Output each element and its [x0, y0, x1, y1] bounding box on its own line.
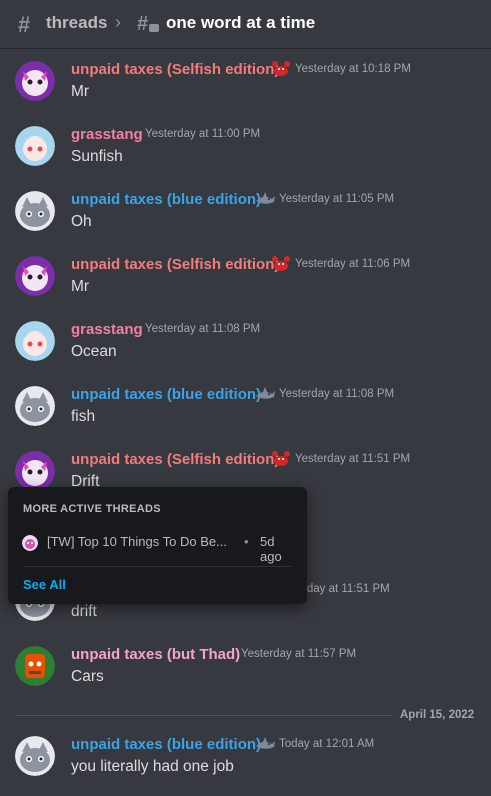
message: unpaid taxes (Selfish edition) Yesterday… [0, 61, 491, 121]
author-name[interactable]: unpaid taxes (blue edition) [71, 386, 261, 403]
message-text: Mr [71, 83, 90, 100]
more-active-threads-popup: MORE ACTIVE THREADS [TW] Top 10 Things T… [8, 487, 307, 604]
shark-icon [256, 387, 275, 399]
message: grasstang Yesterday at 11:08 PM Ocean [0, 321, 491, 381]
message: grasstang Yesterday at 11:00 PM Sunfish [0, 126, 491, 186]
author-name[interactable]: unpaid taxes (Selfish edition) [71, 451, 279, 468]
author-name[interactable]: unpaid taxes (but Thad) [71, 646, 240, 663]
message: unpaid taxes (blue edition) Yesterday at… [0, 386, 491, 446]
chevron-right-icon: › [115, 12, 121, 32]
message: unpaid taxes (but Thad) Yesterday at 11:… [0, 646, 491, 706]
author-name[interactable]: unpaid taxes (Selfish edition) [71, 61, 279, 78]
thread-icon: # [137, 13, 159, 35]
popup-heading: MORE ACTIVE THREADS [23, 503, 161, 515]
avatar[interactable] [15, 321, 55, 361]
shark-icon [256, 192, 275, 204]
message-text: Sunfish [71, 148, 123, 165]
avatar[interactable] [15, 386, 55, 426]
timestamp[interactable]: Today at 12:01 AM [279, 738, 374, 750]
timestamp[interactable]: Yesterday at 11:57 PM [241, 648, 356, 660]
popup-divider [23, 566, 292, 567]
timestamp[interactable]: rday at 11:51 PM [303, 583, 390, 595]
parent-channel-link[interactable]: threads [46, 13, 107, 33]
avatar[interactable] [15, 126, 55, 166]
author-name[interactable]: grasstang [71, 126, 143, 143]
message-text: Oh [71, 213, 92, 230]
active-thread-age: 5d ago [260, 534, 282, 564]
message-text: fish [71, 408, 96, 425]
author-name[interactable]: unpaid taxes (blue edition) [71, 191, 261, 208]
thread-avatar-icon [22, 535, 38, 551]
message: unpaid taxes (Selfish edition) Yesterday… [0, 256, 491, 316]
channel-header: # threads › # one word at a time [0, 0, 491, 48]
message-text: drift [71, 603, 97, 620]
timestamp[interactable]: Yesterday at 10:18 PM [295, 63, 411, 75]
active-thread-title: [TW] Top 10 Things To Do Be... [47, 534, 227, 549]
avatar[interactable] [15, 191, 55, 231]
shark-icon [256, 737, 275, 749]
message-text: you literally had one job [71, 758, 234, 775]
message-text: Mr [71, 278, 90, 295]
crab-icon [272, 61, 290, 76]
timestamp[interactable]: Yesterday at 11:08 PM [145, 323, 260, 335]
timestamp[interactable]: Yesterday at 11:08 PM [279, 388, 394, 400]
timestamp[interactable]: Yesterday at 11:05 PM [279, 193, 394, 205]
message-text: Ocean [71, 343, 117, 360]
message: unpaid taxes (blue edition) Yesterday at… [0, 191, 491, 251]
crab-icon [272, 256, 290, 271]
timestamp[interactable]: Yesterday at 11:06 PM [295, 258, 410, 270]
active-thread-item[interactable]: [TW] Top 10 Things To Do Be... • 5d ago [18, 531, 298, 564]
avatar[interactable] [15, 451, 55, 491]
date-divider-label: April 15, 2022 [392, 709, 483, 721]
avatar[interactable] [15, 61, 55, 101]
author-name[interactable]: unpaid taxes (Selfish edition) [71, 256, 279, 273]
author-name[interactable]: grasstang [71, 321, 143, 338]
svg-text:#: # [137, 13, 148, 35]
author-name[interactable]: unpaid taxes (blue edition) [71, 736, 261, 753]
separator-dot: • [244, 534, 249, 549]
message: unpaid taxes (blue edition) Today at 12:… [0, 736, 491, 796]
thread-title: one word at a time [166, 13, 316, 32]
hashtag-icon[interactable]: # [18, 12, 30, 38]
avatar[interactable] [15, 646, 55, 686]
crab-icon [272, 451, 290, 466]
avatar[interactable] [15, 256, 55, 296]
see-all-link[interactable]: See All [23, 577, 66, 592]
timestamp[interactable]: Yesterday at 11:51 PM [295, 453, 410, 465]
avatar[interactable] [15, 736, 55, 776]
message-text: Cars [71, 668, 104, 685]
timestamp[interactable]: Yesterday at 11:00 PM [145, 128, 260, 140]
